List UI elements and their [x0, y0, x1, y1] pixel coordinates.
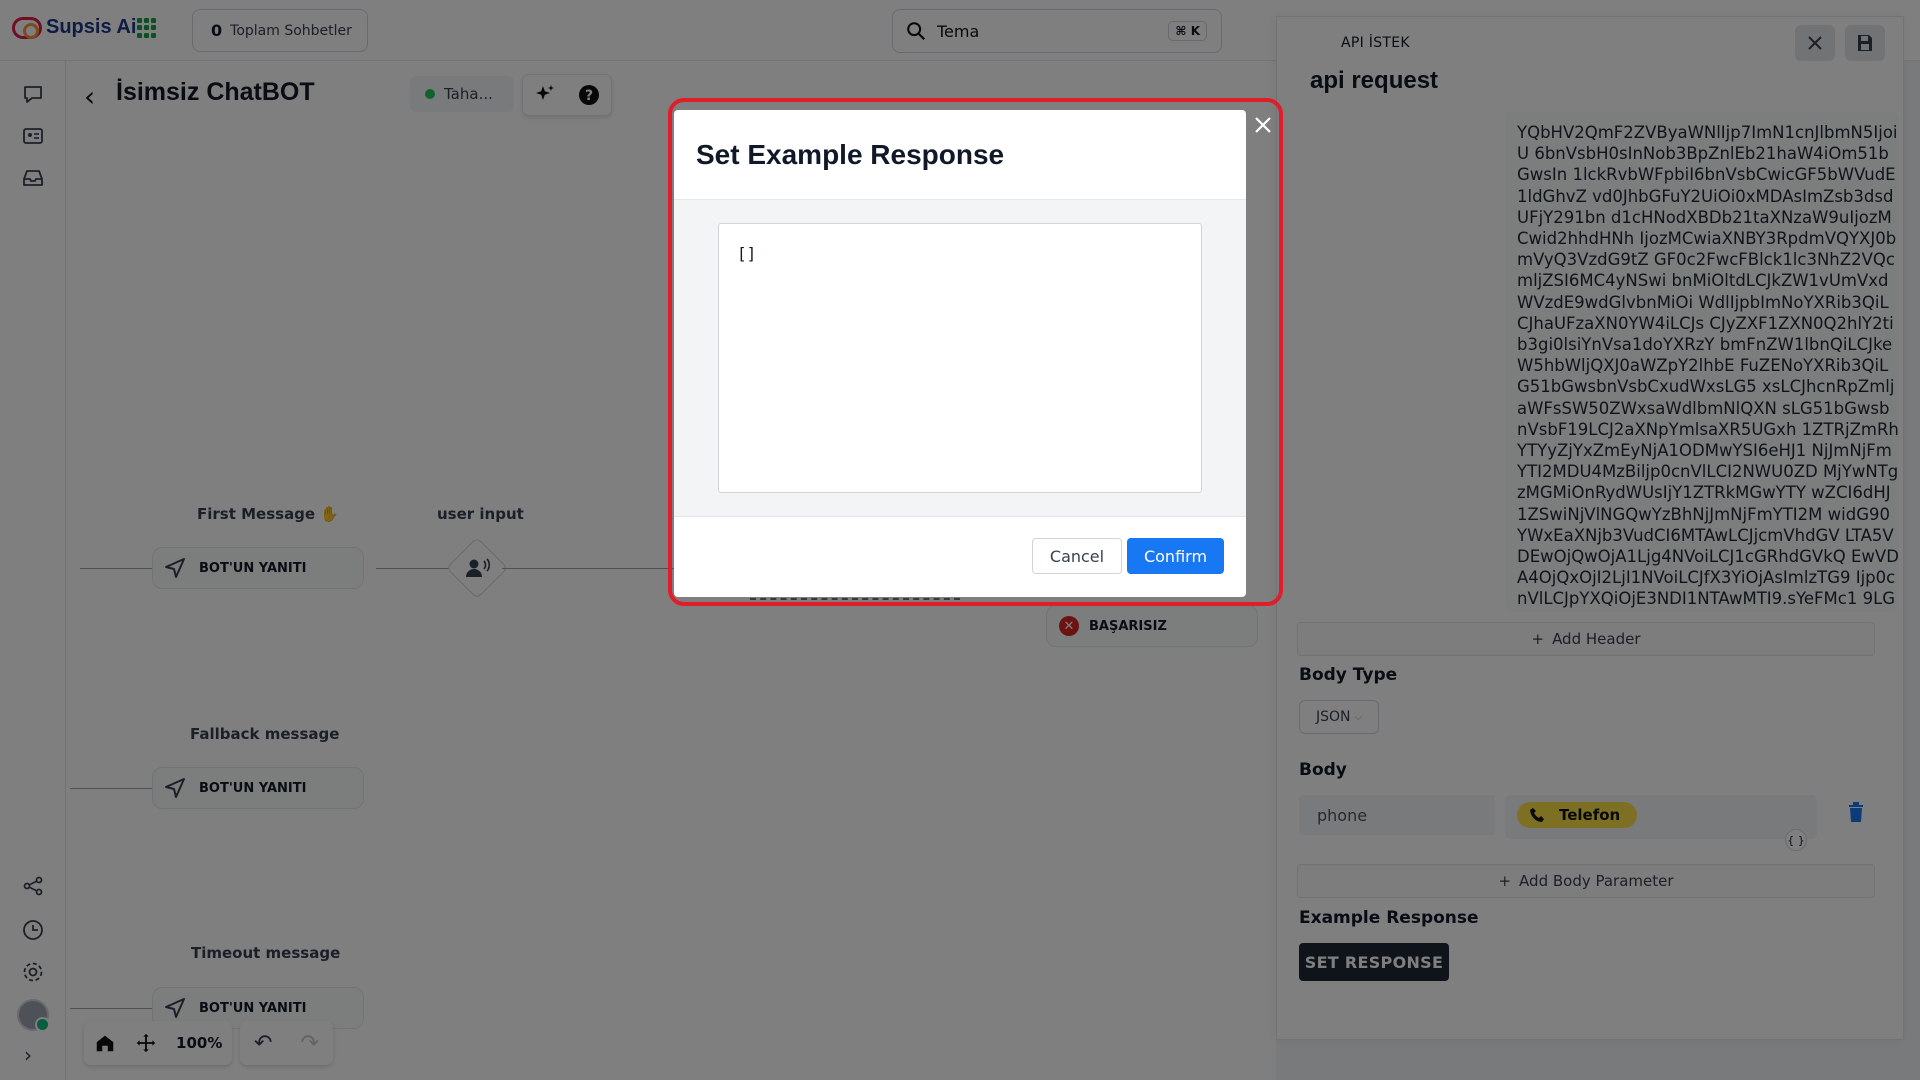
set-example-response-modal: Set Example Response [] Cancel Confirm [674, 110, 1246, 597]
modal-header: Set Example Response [674, 110, 1246, 200]
cancel-button[interactable]: Cancel [1032, 538, 1122, 574]
modal-footer: Cancel Confirm [674, 516, 1246, 597]
modal-body: [] [674, 200, 1246, 516]
modal-title: Set Example Response [696, 138, 1005, 170]
confirm-button[interactable]: Confirm [1127, 538, 1224, 574]
close-icon[interactable] [1252, 114, 1274, 136]
example-response-textarea[interactable]: [] [718, 223, 1202, 493]
